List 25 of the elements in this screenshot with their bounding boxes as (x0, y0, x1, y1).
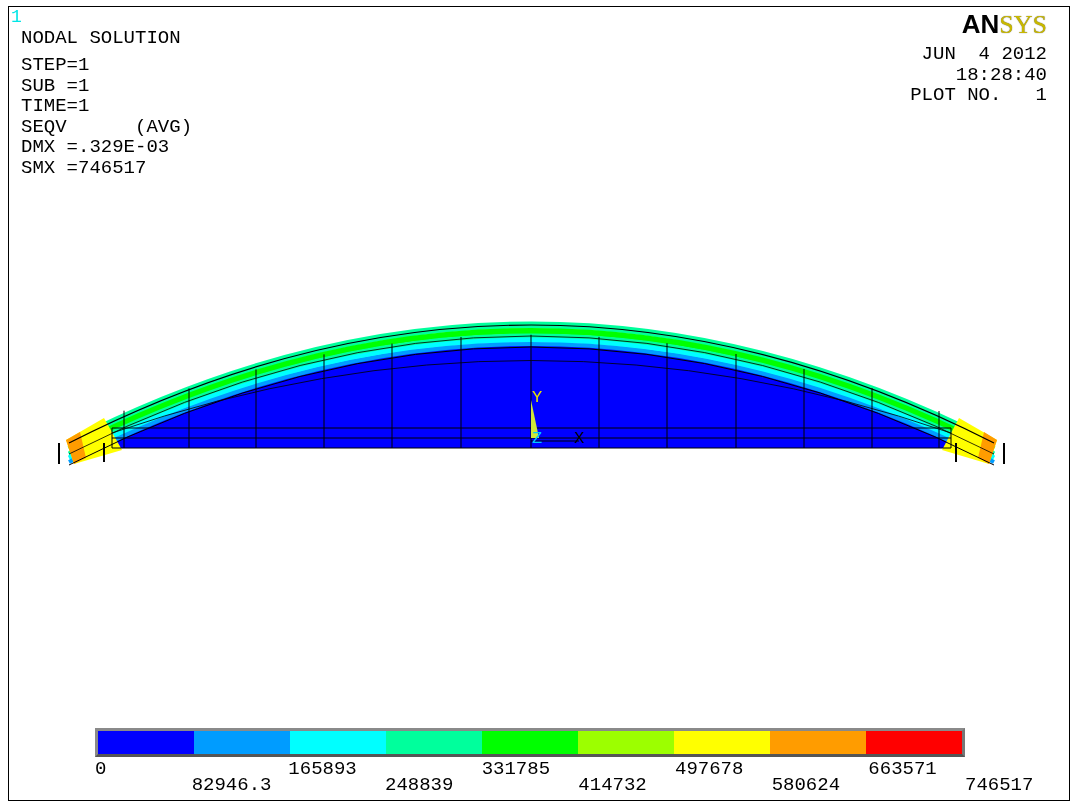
result-info-line: SEQV (AVG) (21, 116, 193, 137)
x-axis-label: X (574, 429, 585, 448)
y-axis-label: Y (532, 388, 543, 407)
result-info-line: STEP=1 (21, 55, 91, 76)
legend-value-label: 165893 (288, 759, 357, 779)
legend-value-label: 663571 (868, 759, 937, 779)
plot-number: PLOT NO. 1 (910, 85, 1047, 106)
legend-value-label: 0 (95, 759, 107, 779)
result-info-line: TIME=1 (21, 96, 91, 117)
legend-value-label: 497678 (675, 759, 744, 779)
plot-title: NODAL SOLUTION (21, 27, 182, 49)
result-info-line: DMX =.329E-03 (21, 137, 171, 158)
legend-value-label: 248839 (385, 775, 454, 795)
ansys-logo: ANSYS (961, 11, 1047, 38)
result-info-line: SUB =1 (21, 75, 91, 96)
window-number: 1 (11, 7, 23, 27)
legend-value-label: 414732 (578, 775, 647, 795)
legend-value-label: 746517 (965, 775, 1034, 795)
legend-value-label: 331785 (481, 759, 551, 779)
z-axis-label: Z (532, 429, 543, 448)
plot-date: JUN 4 2012 (921, 44, 1047, 65)
plot-time: 18:28:40 (955, 64, 1047, 85)
legend-value-label: 82946.3 (191, 775, 272, 795)
legend-value-label: 580624 (771, 775, 841, 795)
result-info-line: SMX =746517 (21, 157, 148, 178)
